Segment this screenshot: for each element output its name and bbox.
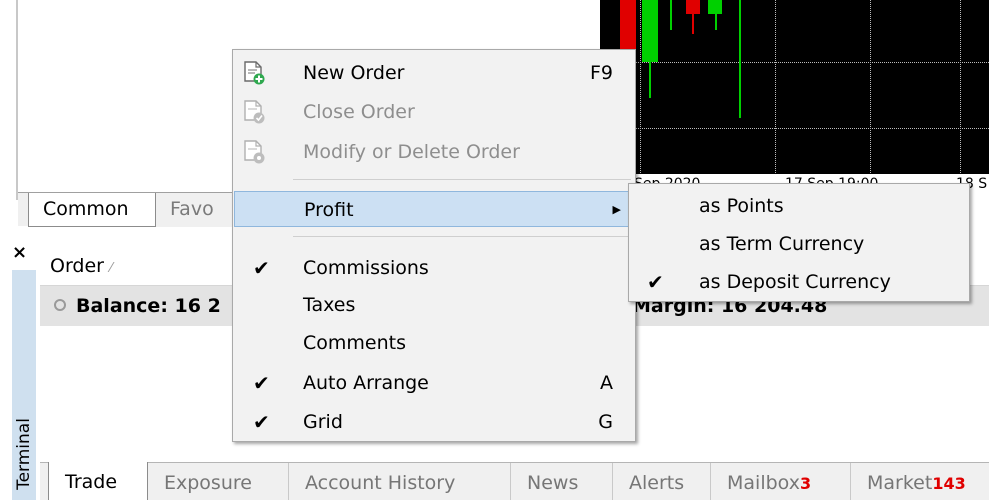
- tab-label: News: [527, 472, 579, 494]
- chart-candle: [642, 0, 658, 62]
- menu-item-profit[interactable]: Profit ▶: [234, 191, 634, 227]
- menu-item-new-order[interactable]: New Order F9: [233, 55, 635, 91]
- tab-label: Exposure: [164, 472, 252, 494]
- tab-mailbox[interactable]: Mailbox3: [711, 463, 851, 500]
- tab-news[interactable]: News: [511, 463, 613, 500]
- checkmark-icon: ✔: [253, 256, 270, 280]
- tab-alerts[interactable]: Alerts: [613, 463, 711, 500]
- modify-order-icon: [244, 140, 265, 164]
- tab-trade[interactable]: Trade: [48, 462, 148, 500]
- chart-grid-line: [960, 0, 961, 175]
- context-menu: New Order F9 Close Order Modify or Delet…: [232, 49, 636, 442]
- menu-item-grid[interactable]: ✔ Grid G: [233, 404, 635, 440]
- submenu-item-label: as Points: [699, 195, 784, 217]
- terminal-title: Terminal: [14, 418, 34, 490]
- tab-market[interactable]: Market143: [851, 463, 989, 500]
- terminal-tabs: Trade Exposure Account History News Aler…: [40, 462, 989, 500]
- menu-separator: [293, 236, 631, 237]
- submenu-item-label: as Deposit Currency: [699, 271, 891, 293]
- navigator-border: [16, 0, 18, 200]
- menu-item-auto-arrange[interactable]: ✔ Auto Arrange A: [233, 365, 635, 401]
- market-count-badge: 143: [932, 474, 966, 493]
- submenu-item-label: as Term Currency: [699, 233, 865, 255]
- checkmark-icon: ✔: [253, 371, 270, 395]
- menu-item-label: Commissions: [303, 257, 429, 279]
- menu-item-label: Grid: [303, 411, 343, 433]
- new-order-icon: [244, 61, 265, 85]
- checkmark-icon: ✔: [647, 270, 664, 294]
- menu-item-taxes[interactable]: Taxes: [233, 287, 635, 323]
- terminal-title-bar: Terminal: [12, 270, 36, 500]
- menu-item-label: Auto Arrange: [303, 372, 429, 394]
- close-icon[interactable]: ×: [12, 244, 27, 262]
- menu-separator: [293, 179, 631, 180]
- price-chart[interactable]: Sep 2020 17 Sep 19:00 18 S: [600, 0, 989, 196]
- submenu-item-as-points[interactable]: as Points: [629, 188, 969, 224]
- menu-item-label: New Order: [303, 62, 405, 84]
- submenu-item-as-deposit-currency[interactable]: ✔ as Deposit Currency: [629, 264, 969, 300]
- tab-label: Mailbox: [727, 472, 800, 494]
- submenu-arrow-icon: ▶: [612, 203, 621, 216]
- chart-candle-wick: [739, 0, 741, 118]
- menu-item-label: Comments: [303, 332, 406, 354]
- profit-submenu: as Points as Term Currency ✔ as Deposit …: [628, 183, 970, 302]
- chart-grid-line: [600, 128, 989, 129]
- chart-candle: [686, 0, 700, 14]
- mailbox-count-badge: 3: [799, 474, 812, 493]
- chart-candle-wick: [670, 0, 672, 30]
- tab-label: Trade: [65, 471, 118, 493]
- menu-item-label: Taxes: [303, 294, 356, 316]
- chart-grid-line: [775, 0, 776, 175]
- tab-label: Account History: [305, 472, 456, 494]
- menu-item-modify-order[interactable]: Modify or Delete Order: [233, 134, 635, 170]
- menu-item-label: Close Order: [303, 101, 415, 123]
- chart-candle: [708, 0, 722, 14]
- menu-item-close-order[interactable]: Close Order: [233, 94, 635, 130]
- menu-item-comments[interactable]: Comments: [233, 325, 635, 361]
- checkmark-icon: ✔: [253, 410, 270, 434]
- balance-text: Balance: 16 2: [76, 295, 221, 317]
- menu-item-commissions[interactable]: ✔ Commissions: [233, 250, 635, 286]
- sort-icon: ⁄: [110, 261, 113, 276]
- status-dot-icon: [54, 299, 66, 311]
- menu-shortcut: G: [598, 411, 613, 433]
- column-header-label: Order: [50, 255, 104, 277]
- chart-grid-line: [870, 0, 871, 175]
- tab-label: Market: [867, 472, 933, 494]
- submenu-item-as-term-currency[interactable]: as Term Currency: [629, 226, 969, 262]
- tab-account-history[interactable]: Account History: [289, 463, 511, 500]
- menu-item-label: Modify or Delete Order: [303, 141, 520, 163]
- tab-common[interactable]: Common: [28, 193, 156, 227]
- chart-grid-line: [600, 62, 989, 63]
- tab-label: Alerts: [629, 472, 685, 494]
- menu-shortcut: A: [600, 372, 613, 394]
- chart-grid-line: [640, 0, 641, 175]
- menu-item-label: Profit: [304, 199, 354, 221]
- tab-exposure[interactable]: Exposure: [148, 463, 289, 500]
- menu-shortcut: F9: [589, 62, 613, 84]
- close-order-icon: [244, 100, 265, 124]
